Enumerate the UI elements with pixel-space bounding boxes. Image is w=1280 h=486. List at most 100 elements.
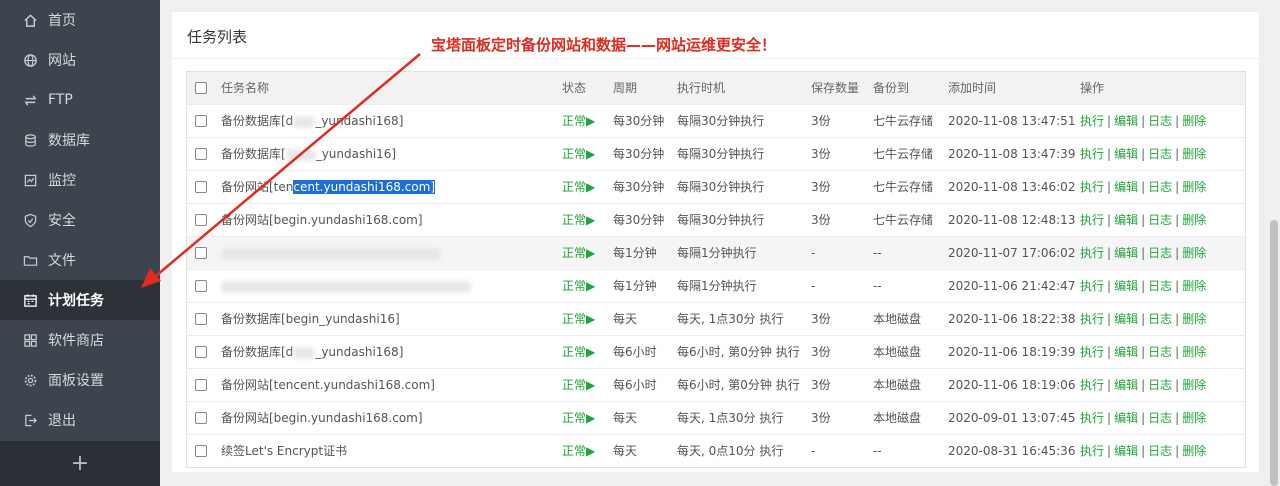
separator: | xyxy=(1107,246,1112,260)
table-row: 备份网站[begin.yundashi168.com] 正常▶ 每30分钟 每隔30分… xyxy=(187,203,1245,236)
delete-button[interactable]: 删除 xyxy=(1182,345,1206,359)
sidebar-item-store[interactable]: 软件商店 xyxy=(0,320,160,360)
edit-button[interactable]: 编辑 xyxy=(1114,378,1138,392)
row-checkbox[interactable] xyxy=(195,148,207,160)
row-checkbox[interactable] xyxy=(195,313,207,325)
delete-button[interactable]: 删除 xyxy=(1182,114,1206,128)
run-button[interactable]: 执行 xyxy=(1080,312,1104,326)
separator: | xyxy=(1141,180,1146,194)
task-keep-count: 3份 xyxy=(811,312,831,326)
delete-button[interactable]: 删除 xyxy=(1182,246,1206,260)
status-badge[interactable]: 正常▶ xyxy=(562,270,595,302)
task-exec-time: 每6小时, 第0分钟 执行 xyxy=(677,345,800,359)
log-button[interactable]: 日志 xyxy=(1148,411,1172,425)
status-badge[interactable]: 正常▶ xyxy=(562,204,595,236)
status-badge[interactable]: 正常▶ xyxy=(562,435,595,467)
edit-button[interactable]: 编辑 xyxy=(1114,246,1138,260)
sidebar-item-ftp[interactable]: FTP xyxy=(0,80,160,120)
task-period: 每1分钟 xyxy=(613,279,657,293)
sidebar-item-security[interactable]: 安全 xyxy=(0,200,160,240)
task-period: 每6小时 xyxy=(613,378,657,392)
run-button[interactable]: 执行 xyxy=(1080,345,1104,359)
run-button[interactable]: 执行 xyxy=(1080,180,1104,194)
table-row: 正常▶ 每1分钟 每隔1分钟执行 - -- 2020-11-06 21:42:47 执行 | 编… xyxy=(187,269,1245,302)
status-badge[interactable]: 正常▶ xyxy=(562,402,595,434)
edit-button[interactable]: 编辑 xyxy=(1114,312,1138,326)
status-badge[interactable]: 正常▶ xyxy=(562,237,595,269)
separator: | xyxy=(1175,213,1180,227)
sidebar-item-files[interactable]: 文件 xyxy=(0,240,160,280)
row-checkbox[interactable] xyxy=(195,346,207,358)
separator: | xyxy=(1107,411,1112,425)
row-checkbox[interactable] xyxy=(195,280,207,292)
delete-button[interactable]: 删除 xyxy=(1182,279,1206,293)
delete-button[interactable]: 删除 xyxy=(1182,378,1206,392)
status-badge[interactable]: 正常▶ xyxy=(562,303,595,335)
run-button[interactable]: 执行 xyxy=(1080,279,1104,293)
log-button[interactable]: 日志 xyxy=(1148,147,1172,161)
row-checkbox[interactable] xyxy=(195,115,207,127)
separator: | xyxy=(1141,378,1146,392)
sidebar-item-settings[interactable]: 面板设置 xyxy=(0,360,160,400)
status-badge[interactable]: 正常▶ xyxy=(562,105,595,137)
run-button[interactable]: 执行 xyxy=(1080,411,1104,425)
edit-button[interactable]: 编辑 xyxy=(1114,180,1138,194)
log-button[interactable]: 日志 xyxy=(1148,213,1172,227)
run-button[interactable]: 执行 xyxy=(1080,246,1104,260)
edit-button[interactable]: 编辑 xyxy=(1114,213,1138,227)
delete-button[interactable]: 删除 xyxy=(1182,180,1206,194)
separator: | xyxy=(1141,279,1146,293)
edit-button[interactable]: 编辑 xyxy=(1114,114,1138,128)
row-checkbox[interactable] xyxy=(195,412,207,424)
sidebar-item-cron[interactable]: 计划任务 xyxy=(0,280,160,320)
sidebar-expand-button[interactable]: + xyxy=(0,441,160,486)
separator: | xyxy=(1175,180,1180,194)
separator: | xyxy=(1175,312,1180,326)
sidebar-item-logout[interactable]: 退出 xyxy=(0,400,160,440)
delete-button[interactable]: 删除 xyxy=(1182,312,1206,326)
sidebar-item-website[interactable]: 网站 xyxy=(0,40,160,80)
task-backup-to: 本地磁盘 xyxy=(873,411,922,425)
sidebar-item-home[interactable]: 首页 xyxy=(0,0,160,40)
log-button[interactable]: 日志 xyxy=(1148,246,1172,260)
status-badge[interactable]: 正常▶ xyxy=(562,171,595,203)
task-exec-time: 每隔1分钟执行 xyxy=(677,279,757,293)
delete-button[interactable]: 删除 xyxy=(1182,147,1206,161)
row-checkbox[interactable] xyxy=(195,181,207,193)
log-button[interactable]: 日志 xyxy=(1148,378,1172,392)
log-button[interactable]: 日志 xyxy=(1148,345,1172,359)
edit-button[interactable]: 编辑 xyxy=(1114,345,1138,359)
row-checkbox[interactable] xyxy=(195,247,207,259)
status-badge[interactable]: 正常▶ xyxy=(562,138,595,170)
delete-button[interactable]: 删除 xyxy=(1182,411,1206,425)
panel-title: 任务列表 xyxy=(187,28,248,46)
log-button[interactable]: 日志 xyxy=(1148,279,1172,293)
log-button[interactable]: 日志 xyxy=(1148,180,1172,194)
edit-button[interactable]: 编辑 xyxy=(1114,444,1138,458)
run-button[interactable]: 执行 xyxy=(1080,378,1104,392)
separator: | xyxy=(1107,279,1112,293)
edit-button[interactable]: 编辑 xyxy=(1114,147,1138,161)
delete-button[interactable]: 删除 xyxy=(1182,444,1206,458)
edit-button[interactable]: 编辑 xyxy=(1114,411,1138,425)
row-actions: 执行 | 编辑 | 日志 | 删除 xyxy=(1080,138,1206,170)
log-button[interactable]: 日志 xyxy=(1148,312,1172,326)
row-checkbox[interactable] xyxy=(195,214,207,226)
sidebar-item-database[interactable]: 数据库 xyxy=(0,120,160,160)
run-button[interactable]: 执行 xyxy=(1080,213,1104,227)
log-button[interactable]: 日志 xyxy=(1148,114,1172,128)
row-checkbox[interactable] xyxy=(195,445,207,457)
run-button[interactable]: 执行 xyxy=(1080,444,1104,458)
row-checkbox[interactable] xyxy=(195,379,207,391)
sidebar-item-monitor[interactable]: 监控 xyxy=(0,160,160,200)
edit-button[interactable]: 编辑 xyxy=(1114,279,1138,293)
delete-button[interactable]: 删除 xyxy=(1182,213,1206,227)
select-all-checkbox[interactable] xyxy=(195,82,207,94)
run-button[interactable]: 执行 xyxy=(1080,147,1104,161)
run-button[interactable]: 执行 xyxy=(1080,114,1104,128)
task-backup-to: 七牛云存储 xyxy=(873,147,934,161)
status-badge[interactable]: 正常▶ xyxy=(562,336,595,368)
log-button[interactable]: 日志 xyxy=(1148,444,1172,458)
status-badge[interactable]: 正常▶ xyxy=(562,369,595,401)
scrollbar-thumb[interactable] xyxy=(1270,220,1278,486)
